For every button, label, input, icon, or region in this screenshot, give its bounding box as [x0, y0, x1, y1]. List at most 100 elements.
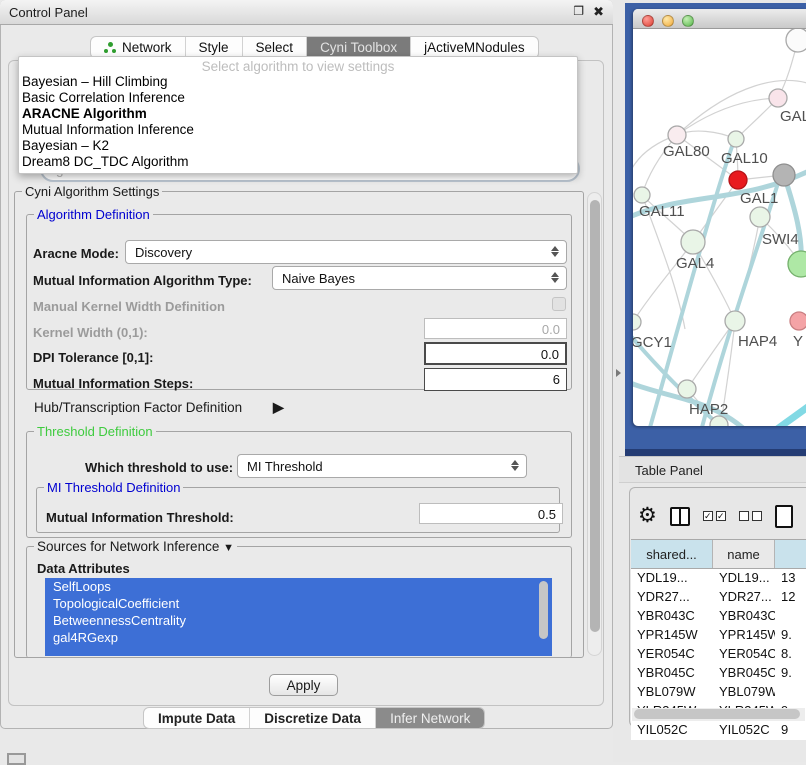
- tab-network[interactable]: Network: [91, 37, 186, 58]
- unselect-all-columns-icon[interactable]: [739, 511, 762, 521]
- network-graph[interactable]: GALGAL80GAL10GAL1GAL11SWI4GAL4HAP4YGCY1H…: [633, 29, 806, 426]
- algorithm-option[interactable]: Dream8 DC_TDC Algorithm: [19, 154, 577, 170]
- network-view-window[interactable]: GALGAL80GAL10GAL1GAL11SWI4GAL4HAP4YGCY1H…: [633, 9, 806, 426]
- table-cell: YBL079W: [713, 683, 775, 702]
- partial-bottom-button[interactable]: [7, 753, 26, 765]
- table-row[interactable]: YIL052CYIL052C9: [631, 721, 806, 740]
- network-node[interactable]: [729, 171, 747, 189]
- settings-scrollbar[interactable]: [587, 192, 602, 656]
- network-node-label: GAL11: [639, 203, 685, 220]
- mi-threshold-field[interactable]: 0.5: [419, 503, 563, 524]
- tab-impute-data[interactable]: Impute Data: [144, 708, 250, 728]
- table-column-header[interactable]: [775, 540, 806, 568]
- tab-select[interactable]: Select: [243, 37, 308, 58]
- table-hscrollbar-thumb[interactable]: [634, 709, 800, 719]
- threshold-definition-title: Threshold Definition: [34, 424, 156, 439]
- attribute-item[interactable]: gal4RGexp: [45, 629, 552, 646]
- network-node-label: HAP4: [738, 333, 777, 350]
- tab-style[interactable]: Style: [186, 37, 243, 58]
- zoom-traffic-light-icon[interactable]: [682, 15, 694, 27]
- which-threshold-dropdown[interactable]: MI Threshold: [237, 454, 527, 478]
- kernel-width-label: Kernel Width (0,1):: [33, 325, 148, 340]
- table-panel-title: Table Panel: [635, 463, 703, 478]
- algorithm-option[interactable]: Bayesian – Hill Climbing: [19, 74, 577, 90]
- table-cell: [775, 607, 806, 626]
- network-node[interactable]: [750, 207, 770, 227]
- attributes-list-scrollbar[interactable]: [539, 581, 548, 639]
- mi-steps-field[interactable]: 6: [424, 368, 567, 391]
- network-node[interactable]: [788, 251, 806, 277]
- table-column-header[interactable]: shared...: [631, 540, 713, 568]
- manual-kernel-checkbox[interactable]: [552, 297, 566, 311]
- gear-icon[interactable]: ⚙: [638, 506, 657, 526]
- data-attributes-list[interactable]: SelfLoopsTopologicalCoefficientBetweenne…: [45, 578, 552, 656]
- network-node[interactable]: [633, 314, 641, 330]
- tab-discretize-data[interactable]: Discretize Data: [250, 708, 376, 728]
- network-node[interactable]: [634, 187, 650, 203]
- table-row[interactable]: YBR043CYBR043C: [631, 607, 806, 626]
- mi-algorithm-type-label: Mutual Information Algorithm Type:: [33, 273, 252, 288]
- network-window-titlebar[interactable]: [633, 9, 806, 29]
- tab-jactivemnodules[interactable]: jActiveMNodules: [411, 37, 538, 58]
- hub-collapsed-arrow-icon[interactable]: ▶: [273, 399, 284, 416]
- columns-icon[interactable]: [670, 507, 690, 526]
- attribute-item[interactable]: SelfLoops: [45, 578, 552, 595]
- network-node-label: GAL: [780, 108, 806, 125]
- table-cell: 13: [775, 569, 806, 588]
- network-node[interactable]: [728, 131, 744, 147]
- table-cell: YER054C: [631, 645, 713, 664]
- table-row[interactable]: YDL19...YDL19...13: [631, 569, 806, 588]
- tab-infer-network[interactable]: Infer Network: [376, 708, 484, 728]
- network-node-label: GAL4: [676, 255, 714, 272]
- aracne-mode-dropdown[interactable]: Discovery: [125, 240, 567, 264]
- algorithm-select-placeholder: Select algorithm to view settings: [19, 57, 577, 74]
- panel-title: Control Panel: [9, 5, 88, 20]
- table-hscrollbar[interactable]: [632, 708, 805, 721]
- table-row[interactable]: YBR045CYBR045C9.: [631, 664, 806, 683]
- kernel-width-field[interactable]: 0.0: [424, 318, 567, 339]
- sources-title[interactable]: Sources for Network Inference ▼: [34, 539, 237, 554]
- attribute-item[interactable]: BetweennessCentrality: [45, 612, 552, 629]
- network-node[interactable]: [725, 311, 745, 331]
- close-traffic-light-icon[interactable]: [642, 15, 654, 27]
- table-row[interactable]: YER054CYER054C8.: [631, 645, 806, 664]
- attribute-item[interactable]: TopologicalCoefficient: [45, 595, 552, 612]
- algorithm-option[interactable]: ARACNE Algorithm: [19, 106, 577, 122]
- network-node[interactable]: [668, 126, 686, 144]
- table-column-header[interactable]: name: [713, 540, 775, 568]
- hub-definition-label[interactable]: Hub/Transcription Factor Definition: [34, 400, 242, 415]
- table-cell: YBR043C: [631, 607, 713, 626]
- tab-cyni-toolbox[interactable]: Cyni Toolbox: [307, 37, 411, 58]
- network-node-label: GAL10: [721, 150, 768, 167]
- network-edge[interactable]: [677, 98, 778, 135]
- spinner-icon: [550, 245, 560, 258]
- float-window-icon[interactable]: ❐: [573, 4, 584, 18]
- dpi-tolerance-field[interactable]: 0.0: [424, 342, 567, 365]
- table-cell: YBR043C: [713, 607, 775, 626]
- algorithm-option[interactable]: Bayesian – K2: [19, 138, 577, 154]
- minimize-traffic-light-icon[interactable]: [662, 15, 674, 27]
- network-node[interactable]: [678, 380, 696, 398]
- network-node-label: HAP2: [689, 401, 728, 418]
- new-table-icon[interactable]: [775, 505, 793, 528]
- close-window-icon[interactable]: ✖: [593, 4, 604, 20]
- panel-splitter-arrow-icon[interactable]: [616, 369, 621, 377]
- network-node[interactable]: [769, 89, 787, 107]
- select-all-columns-icon[interactable]: ✓✓: [703, 511, 726, 521]
- network-node[interactable]: [786, 29, 806, 52]
- control-panel-titlebar: Control Panel ❐ ✖: [0, 0, 613, 25]
- sources-expanded-arrow-icon: ▼: [223, 542, 234, 554]
- apply-button[interactable]: Apply: [269, 674, 338, 696]
- mi-algorithm-type-dropdown[interactable]: Naive Bayes: [272, 266, 567, 290]
- network-node[interactable]: [681, 230, 705, 254]
- network-node[interactable]: [790, 312, 806, 330]
- table-row[interactable]: YBL079WYBL079W: [631, 683, 806, 702]
- table-row[interactable]: YPR145WYPR145W9.: [631, 626, 806, 645]
- algorithm-option[interactable]: Mutual Information Inference: [19, 122, 577, 138]
- table-row[interactable]: YDR27...YDR27...12: [631, 588, 806, 607]
- network-edge-thick[interactable]: [751, 397, 806, 426]
- aracne-mode-label: Aracne Mode:: [33, 246, 119, 261]
- settings-scrollbar-thumb[interactable]: [590, 200, 600, 632]
- algorithm-option[interactable]: Basic Correlation Inference: [19, 90, 577, 106]
- network-node[interactable]: [773, 164, 795, 186]
